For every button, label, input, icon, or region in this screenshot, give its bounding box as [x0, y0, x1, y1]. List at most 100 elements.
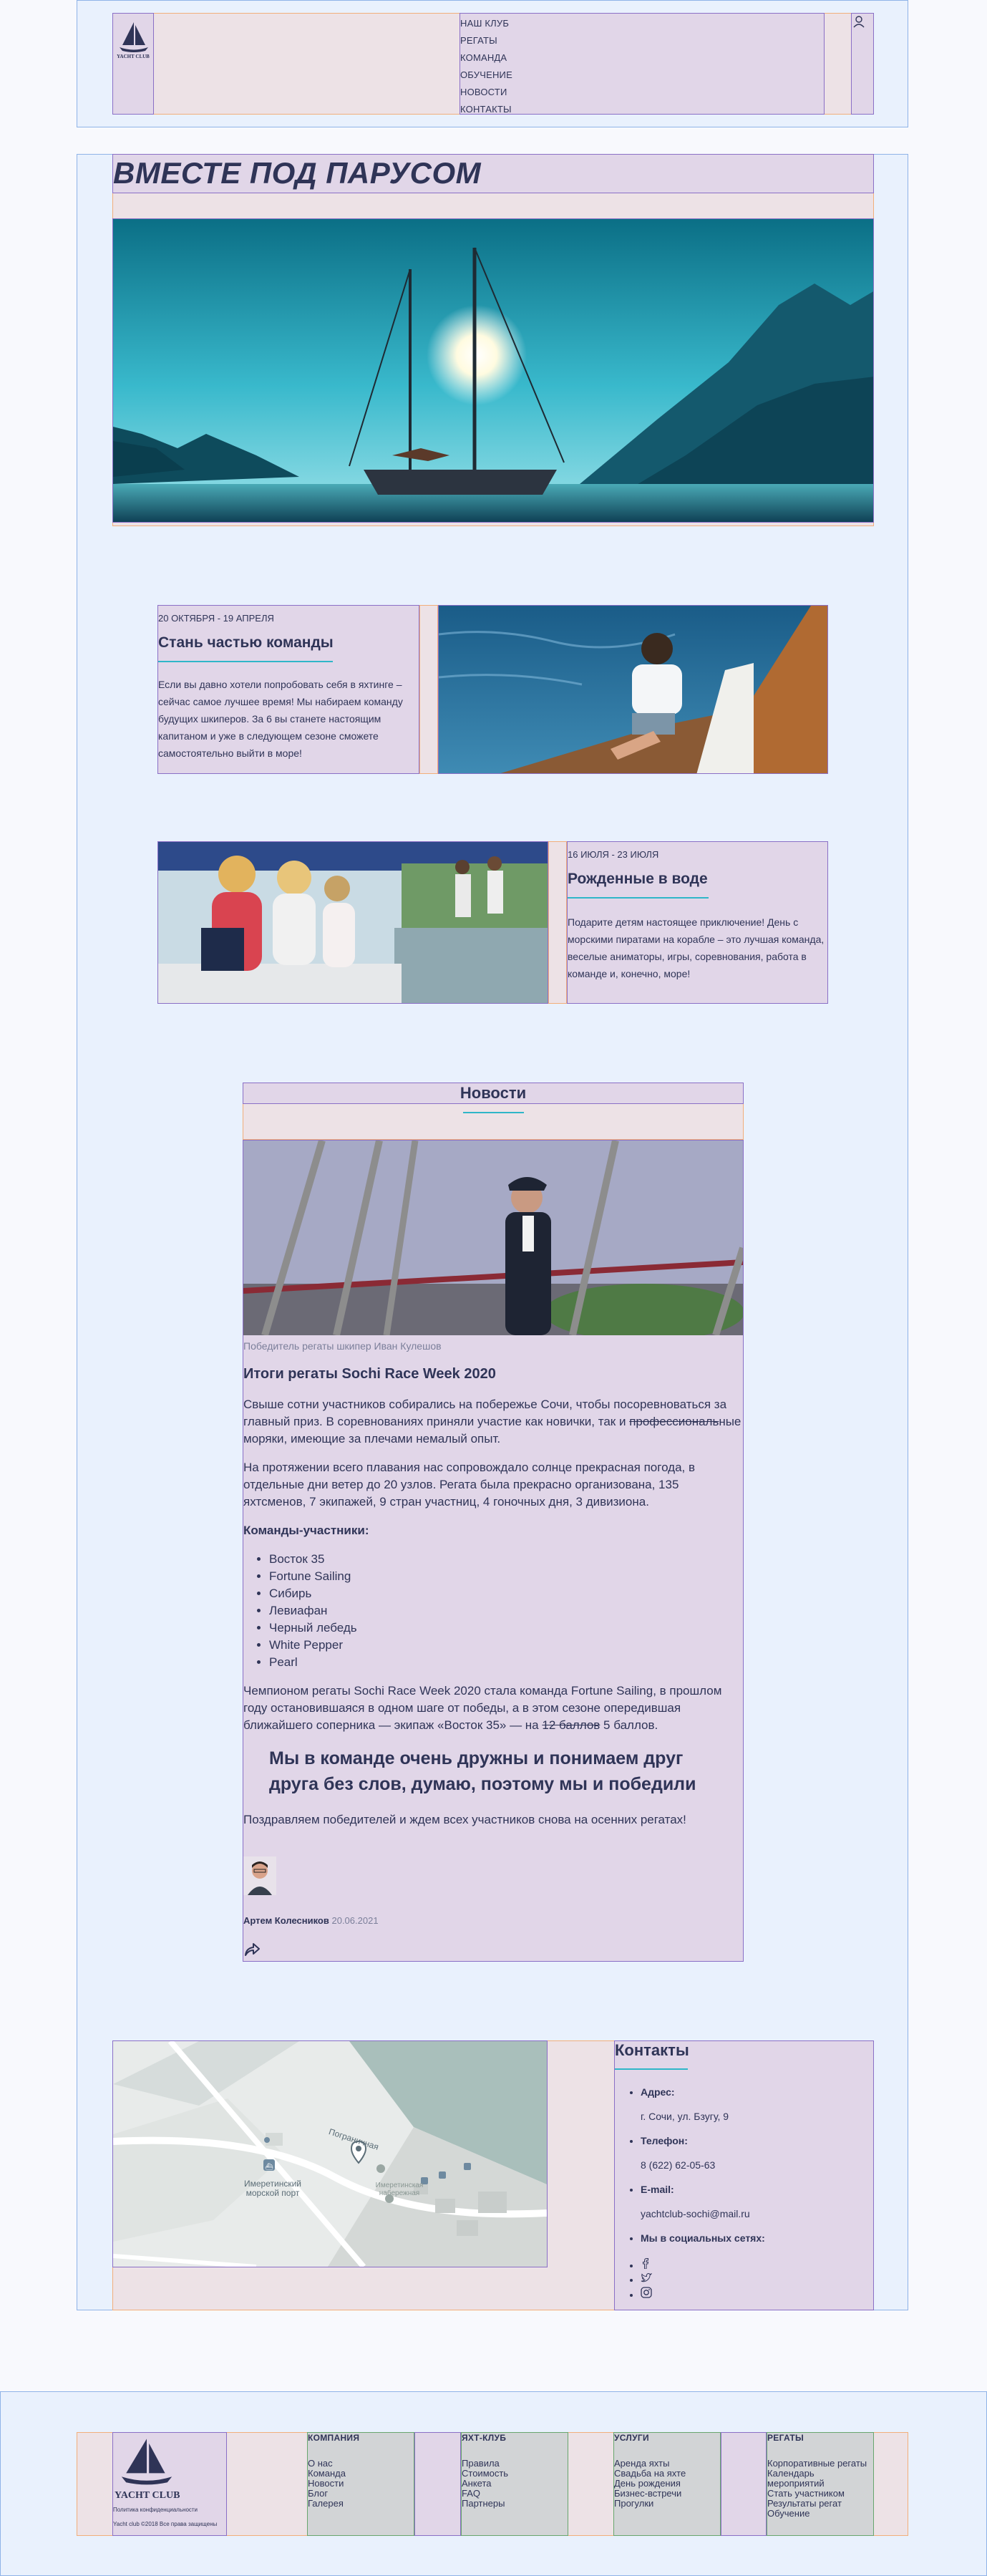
news-heading: Новости — [460, 1084, 527, 1102]
news-heading-underline — [463, 1112, 524, 1113]
contacts-title: Контакты — [615, 2041, 689, 2059]
footer-link[interactable]: Правила — [462, 2459, 568, 2469]
footer-link[interactable]: Галерея — [308, 2499, 414, 2509]
footer-link[interactable]: Стоимость — [462, 2469, 568, 2479]
footer-link[interactable]: Обучение — [767, 2509, 873, 2519]
footer-col-services: УСЛУГИ Аренда яхты Свадьба на яхте День … — [613, 2432, 721, 2536]
sailboat-logo-icon — [121, 2439, 172, 2485]
footer-link[interactable]: Блог — [308, 2489, 414, 2499]
article-title: Итоги регаты Sochi Race Week 2020 — [243, 1366, 496, 1382]
footer-brand: YACHT CLUB Политика конфиденциальности Y… — [112, 2432, 227, 2536]
share-button[interactable] — [243, 1941, 262, 1960]
map-label-port: Имеретинский морской порт — [244, 2179, 301, 2198]
hero-title: ВМЕСТЕ ПОД ПАРУСОМ — [113, 156, 482, 190]
footer-link[interactable]: Команда — [308, 2469, 414, 2479]
footer-link[interactable]: День рождения — [614, 2479, 720, 2489]
footer-link[interactable]: Новости — [308, 2479, 414, 2489]
footer-link[interactable]: Аренда яхты — [614, 2459, 720, 2469]
svg-text:⛴: ⛴ — [265, 2163, 273, 2170]
twitter-icon — [641, 2273, 653, 2282]
footer-link[interactable]: Бизнес-встречи — [614, 2489, 720, 2499]
footer-gap — [721, 2432, 767, 2536]
contact-social: Мы в социальных сетях: — [641, 2230, 898, 2246]
title-underline — [568, 897, 709, 899]
hero-title-box: ВМЕСТЕ ПОД ПАРУСОМ — [112, 154, 874, 193]
news-article: Победитель регаты шкипер Иван Кулешов Ит… — [243, 1140, 744, 1962]
author-avatar — [243, 1856, 276, 1895]
map-label-embankment: Имеретинская набережная — [375, 2182, 424, 2197]
photo-caption: Победитель регаты шкипер Иван Кулешов — [243, 1340, 442, 1352]
author-name[interactable]: Артем Колесников — [243, 1915, 329, 1926]
boy-with-binoculars-photo — [439, 606, 827, 773]
logo-text: YACHT CLUB — [117, 54, 150, 59]
footer-link[interactable]: Календарь мероприятий — [767, 2469, 873, 2489]
event-gap-2 — [548, 841, 567, 1004]
footer-col-yacht-club: ЯХТ-КЛУБ Правила Стоимость Анкета FAQ Па… — [461, 2432, 568, 2536]
phone-link[interactable]: 8 (622) 62-05-63 — [641, 2157, 898, 2173]
article-date: 20.06.2021 — [331, 1915, 379, 1926]
map-view: ⛴ — [113, 2041, 547, 2267]
sailboat-logo-icon — [120, 22, 148, 52]
event-title: Рожденные в воде — [568, 871, 708, 887]
article-paragraph-3: Чемпионом регаты Sochi Race Week 2020 ст… — [243, 1684, 722, 1732]
social-facebook[interactable] — [641, 2257, 652, 2272]
event-title: Стань частью команды — [158, 634, 334, 651]
team-item: Восток 35 — [269, 1551, 743, 1568]
team-item: Черный лебедь — [269, 1619, 743, 1637]
event-date: 20 ОКТЯБРЯ - 19 АПРЕЛЯ — [158, 613, 274, 624]
contact-phone: Телефон: 8 (622) 62-05-63 — [641, 2133, 898, 2173]
event-card-team: 20 ОКТЯБРЯ - 19 АПРЕЛЯ Стань частью кома… — [157, 605, 419, 774]
news-heading-box: Новости — [243, 1083, 744, 1104]
team-item: Сибирь — [269, 1585, 743, 1602]
nav-team[interactable]: КОМАНДА — [460, 52, 507, 63]
social-instagram[interactable] — [641, 2287, 652, 2302]
event-image-boy — [438, 605, 828, 774]
map[interactable]: ⛴ Имеретинский морской порт Пограничная … — [112, 2040, 548, 2267]
nav-our-club[interactable]: НАШ КЛУБ — [460, 18, 509, 29]
footer-col-company: КОМПАНИЯ О нас Команда Новости Блог Гале… — [307, 2432, 414, 2536]
email-link[interactable]: yachtclub-sochi@mail.ru — [641, 2206, 898, 2222]
event-gap — [419, 605, 438, 774]
copyright: Yacht club ©2018 Все права защищены — [113, 2521, 218, 2527]
teams-list: Восток 35 Fortune Sailing Сибирь Левиафа… — [243, 1551, 743, 1671]
footer-link[interactable]: О нас — [308, 2459, 414, 2469]
footer-link[interactable]: Прогулки — [614, 2499, 720, 2509]
team-item: Pearl — [269, 1654, 743, 1671]
event-description: Подарите детям настоящее приключение! Де… — [568, 916, 825, 979]
footer-link[interactable]: Результаты регат — [767, 2499, 873, 2509]
nav-regattas[interactable]: РЕГАТЫ — [460, 35, 497, 46]
title-underline — [158, 661, 333, 662]
footer-link[interactable]: Свадьба на яхте — [614, 2469, 720, 2479]
contact-email: E-mail: yachtclub-sochi@mail.ru — [641, 2182, 898, 2222]
footer-link[interactable]: Стать участником — [767, 2489, 873, 2499]
event-image-kids — [157, 841, 548, 1004]
hero-image — [112, 218, 874, 523]
footer-link[interactable]: Партнеры — [462, 2499, 568, 2509]
event-date: 16 ИЮЛЯ - 23 ИЮЛЯ — [568, 849, 659, 860]
team-item: Fortune Sailing — [269, 1568, 743, 1585]
main-nav: НАШ КЛУБ РЕГАТЫ КОМАНДА ОБУЧЕНИЕ НОВОСТИ… — [460, 13, 825, 115]
captain-photo — [243, 1141, 743, 1335]
event-description: Если вы давно хотели попробовать себя в … — [158, 679, 403, 759]
footer-link[interactable]: Анкета — [462, 2479, 568, 2489]
footer-link[interactable]: FAQ — [462, 2489, 568, 2499]
footer-gap — [414, 2432, 461, 2536]
social-twitter[interactable] — [641, 2272, 653, 2287]
contacts-underline — [615, 2068, 688, 2070]
contacts-block: Контакты Адрес: г. Сочи, ул. Бзугу, 9 Те… — [614, 2040, 874, 2310]
privacy-link[interactable]: Политика конфиденциальности — [113, 2507, 198, 2513]
nav-training[interactable]: ОБУЧЕНИЕ — [460, 69, 512, 80]
footer-col-regattas: РЕГАТЫ Корпоративные регаты Календарь ме… — [767, 2432, 874, 2536]
facebook-icon — [643, 2258, 649, 2270]
logo[interactable]: YACHT CLUB — [112, 13, 154, 115]
team-item: Левиафан — [269, 1602, 743, 1619]
teams-heading: Команды-участники: — [243, 1524, 369, 1537]
event-card-kids: 16 ИЮЛЯ - 23 ИЮЛЯ Рожденные в воде Подар… — [567, 841, 828, 1004]
user-icon — [853, 16, 865, 28]
team-item: White Pepper — [269, 1637, 743, 1654]
nav-news[interactable]: НОВОСТИ — [460, 87, 507, 97]
account-button[interactable] — [851, 13, 874, 115]
footer-link[interactable]: Корпоративные регаты — [767, 2459, 873, 2469]
footer-logo-text: YACHT CLUB — [115, 2490, 180, 2501]
nav-contacts[interactable]: КОНТАКТЫ — [460, 104, 512, 115]
